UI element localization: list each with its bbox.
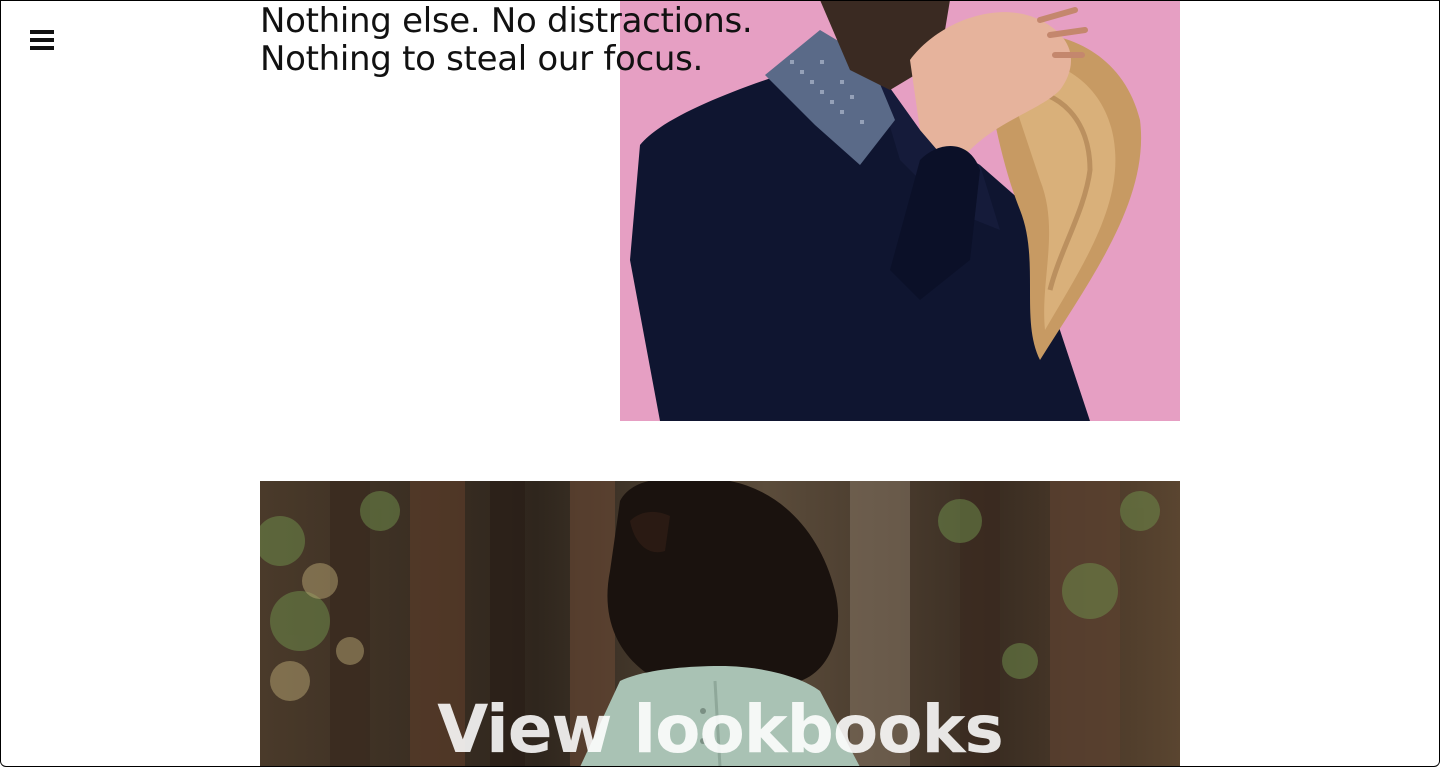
- view-lookbooks-link[interactable]: View lookbooks: [260, 690, 1180, 767]
- menu-bar-top: [30, 30, 54, 34]
- intro-text: Nothing else. No distractions. Nothing t…: [260, 1, 753, 79]
- hamburger-menu-icon[interactable]: [30, 30, 54, 52]
- menu-bar-bottom: [30, 46, 54, 50]
- intro-line-2: Nothing to steal our focus.: [260, 39, 704, 79]
- intro-line-1: Nothing else. No distractions.: [260, 1, 753, 41]
- menu-bar-middle: [30, 38, 54, 42]
